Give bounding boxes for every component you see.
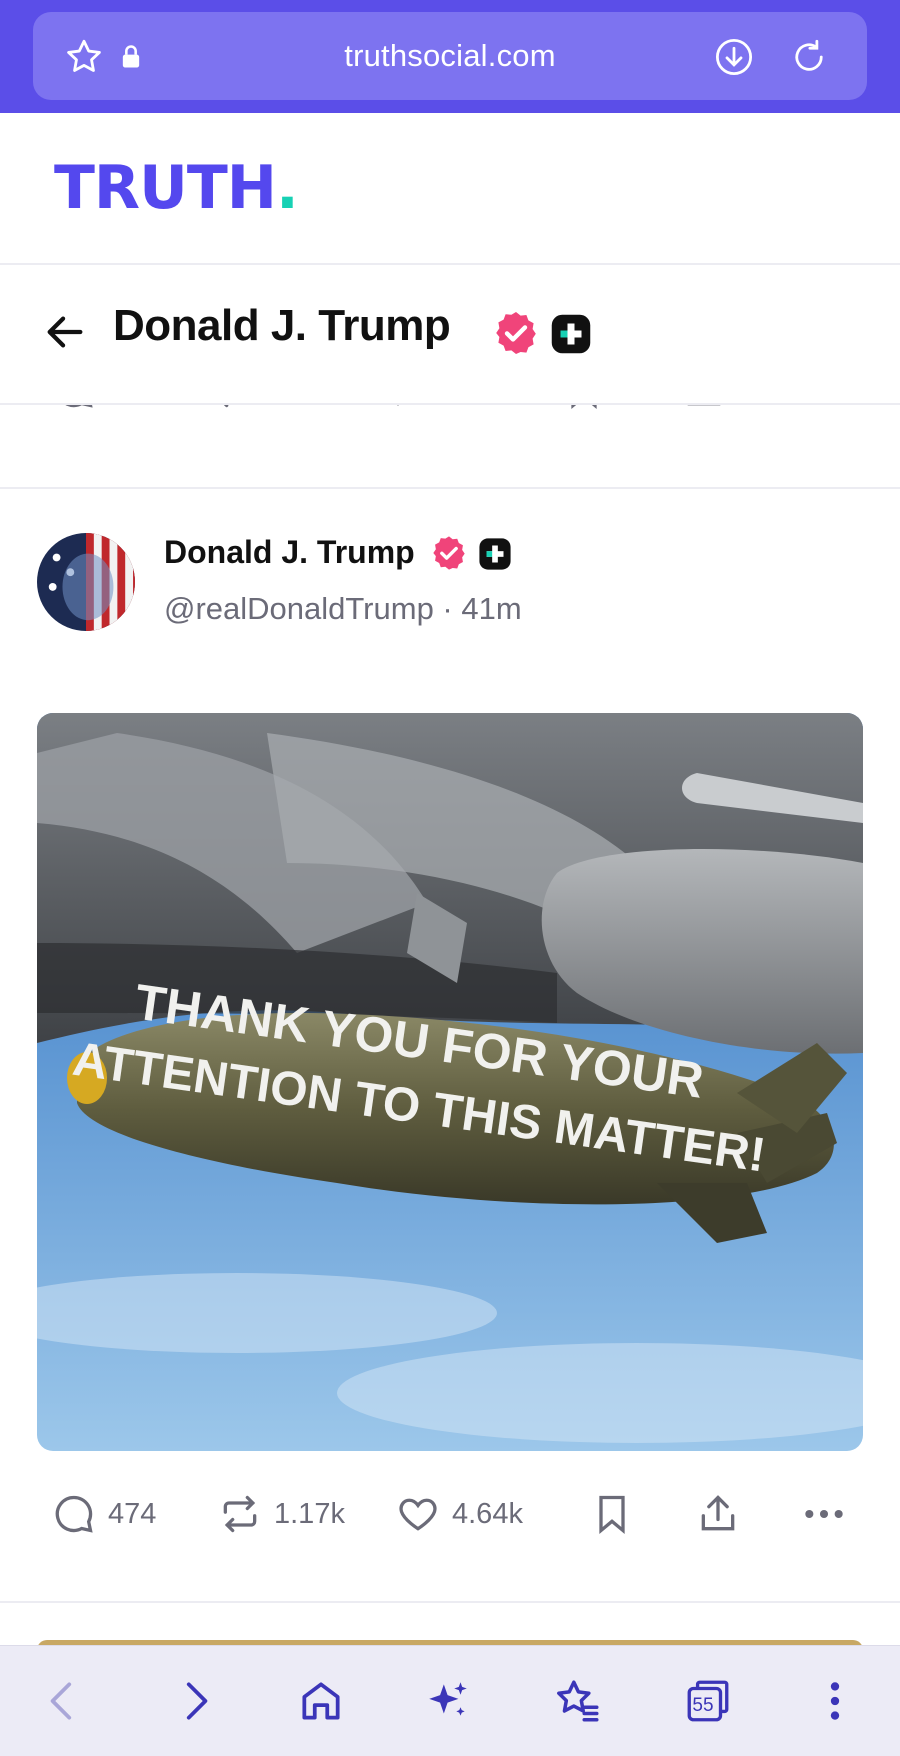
app-header: TRUTH. [0,113,900,265]
home-icon[interactable] [296,1676,346,1726]
avatar[interactable] [37,533,135,631]
reply-icon [55,1495,93,1533]
browser-menu-icon[interactable] [810,1676,860,1726]
verified-badge-icon [492,309,540,357]
profile-name: Donald J. Trump [113,301,451,350]
previous-post-actions: 17 42 228 [0,395,900,489]
heart-icon [399,1498,437,1531]
verified-badge-icon [430,534,468,572]
truth-logo[interactable]: TRUTH. [54,153,299,223]
address-bar[interactable]: truthsocial.com [33,12,867,100]
bookmarks-star-icon[interactable] [553,1676,603,1726]
more-options-button[interactable] [802,1492,846,1536]
retruth-icon [223,1495,257,1533]
profile-header: Donald J. Trump [0,265,900,405]
like-button[interactable]: 4.64k [396,1492,523,1536]
retruth-count: 1.17k [274,1497,345,1530]
truth-plus-badge-icon [478,537,512,571]
back-arrow-icon[interactable] [42,309,88,355]
post-author-name[interactable]: Donald J. Trump [164,534,415,571]
browser-bottom-nav: 55 [0,1645,900,1756]
forward-icon[interactable] [170,1676,220,1726]
reply-count: 474 [108,1497,157,1530]
like-count: 4.64k [452,1497,523,1530]
post-divider [0,1601,900,1603]
download-icon[interactable] [713,36,755,78]
share-button[interactable] [696,1492,740,1536]
ai-sparkle-icon[interactable] [423,1676,473,1726]
reply-button[interactable]: 474 [52,1492,156,1536]
tabs-icon[interactable]: 55 [683,1676,733,1726]
share-icon [701,1495,735,1531]
browser-toolbar: truthsocial.com [0,0,900,113]
logo-text: TRUTH [54,153,277,223]
retruth-button[interactable]: 1.17k [218,1492,345,1536]
logo-dot: . [276,153,299,223]
post-actions: 474 1.17k 4.64k [0,1492,900,1552]
post-handle-and-time: @realDonaldTrump · 41m [164,591,522,626]
reload-icon[interactable] [788,36,830,78]
more-icon [805,1509,843,1519]
tab-count: 55 [692,1695,714,1716]
bookmark-icon [599,1495,625,1535]
bookmark-button[interactable] [590,1492,634,1536]
back-icon[interactable] [38,1676,88,1726]
truth-plus-badge-icon [550,313,592,355]
post-image[interactable]: THANK YOU FOR YOUR ATTENTION TO THIS MAT… [37,713,863,1451]
